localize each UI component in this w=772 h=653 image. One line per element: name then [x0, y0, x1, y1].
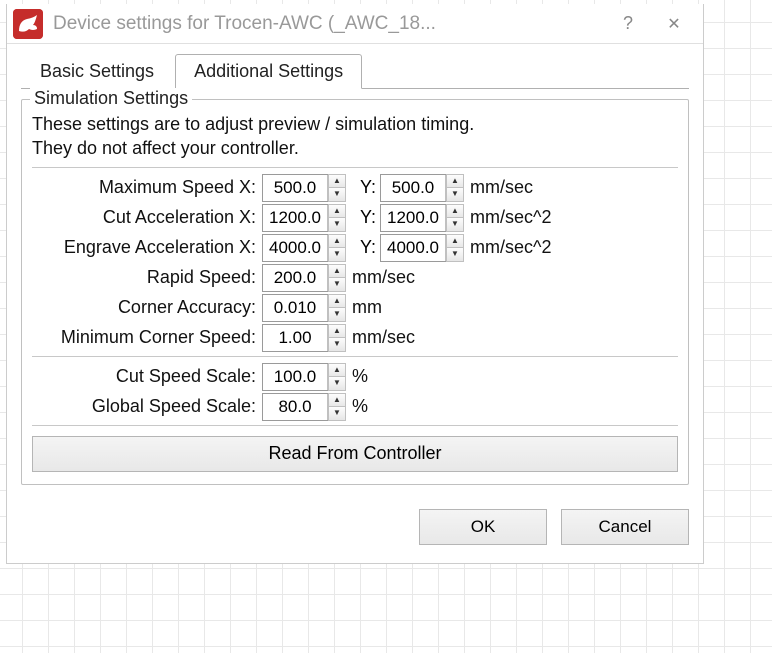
row-min-corner-speed: Minimum Corner Speed: ▲▼ mm/sec [32, 324, 678, 352]
unit-mm-sec: mm/sec [352, 327, 415, 348]
group-title: Simulation Settings [30, 88, 192, 109]
dialog-content: Basic Settings Additional Settings Simul… [7, 44, 703, 485]
desc-line-1: These settings are to adjust preview / s… [32, 114, 474, 134]
label-cut-speed-scale: Cut Speed Scale: [32, 366, 262, 387]
spinner-down-icon[interactable]: ▼ [328, 376, 346, 391]
unit-percent: % [352, 366, 368, 387]
max-speed-y-spinner[interactable]: ▲ ▼ [380, 174, 464, 202]
unit-mm-sec: mm/sec [352, 267, 415, 288]
row-cut-accel: Cut Acceleration X: ▲▼ Y: ▲▼ mm/sec^2 [32, 204, 678, 232]
spinner-down-icon[interactable]: ▼ [328, 247, 346, 262]
max-speed-x-input[interactable] [263, 175, 327, 201]
spinner-down-icon[interactable]: ▼ [328, 217, 346, 232]
row-corner-accuracy: Corner Accuracy: ▲▼ mm [32, 294, 678, 322]
unit-percent: % [352, 396, 368, 417]
unit-mm: mm [352, 297, 382, 318]
engrave-accel-x-input[interactable] [263, 235, 327, 261]
group-description: These settings are to adjust preview / s… [32, 112, 678, 161]
cancel-button[interactable]: Cancel [561, 509, 689, 545]
rapid-speed-input[interactable] [263, 265, 327, 291]
row-rapid-speed: Rapid Speed: ▲▼ mm/sec [32, 264, 678, 292]
dialog-footer: OK Cancel [7, 485, 703, 563]
global-speed-scale-spinner[interactable]: ▲▼ [262, 393, 346, 421]
cut-accel-x-spinner[interactable]: ▲▼ [262, 204, 346, 232]
min-corner-speed-spinner[interactable]: ▲▼ [262, 324, 346, 352]
label-y: Y: [358, 207, 380, 228]
spinner-down-icon[interactable]: ▼ [446, 187, 464, 202]
close-button[interactable]: ✕ [651, 4, 697, 44]
spinner-down-icon[interactable]: ▼ [328, 337, 346, 352]
cut-accel-y-spinner[interactable]: ▲▼ [380, 204, 464, 232]
label-cut-accel-x: Cut Acceleration X: [32, 207, 262, 228]
dialog-window: Device settings for Trocen-AWC (_AWC_18.… [6, 4, 704, 564]
divider [32, 356, 678, 357]
spinner-down-icon[interactable]: ▼ [446, 247, 464, 262]
spinner-down-icon[interactable]: ▼ [328, 277, 346, 292]
row-engrave-accel: Engrave Acceleration X: ▲▼ Y: ▲▼ mm/sec^… [32, 234, 678, 262]
label-max-speed-x: Maximum Speed X: [32, 177, 262, 198]
label-y: Y: [358, 177, 380, 198]
title-bar: Device settings for Trocen-AWC (_AWC_18.… [7, 4, 703, 44]
spinner-down-icon[interactable]: ▼ [328, 187, 346, 202]
spinner-down-icon[interactable]: ▼ [446, 217, 464, 232]
cut-speed-scale-input[interactable] [263, 364, 327, 390]
corner-accuracy-input[interactable] [263, 295, 327, 321]
desc-line-2: They do not affect your controller. [32, 138, 299, 158]
app-icon [13, 9, 43, 39]
divider [32, 425, 678, 426]
label-corner-accuracy: Corner Accuracy: [32, 297, 262, 318]
engrave-accel-y-spinner[interactable]: ▲▼ [380, 234, 464, 262]
engrave-accel-x-spinner[interactable]: ▲▼ [262, 234, 346, 262]
row-max-speed: Maximum Speed X: ▲ ▼ Y: ▲ ▼ mm/sec [32, 174, 678, 202]
label-min-corner-speed: Minimum Corner Speed: [32, 327, 262, 348]
unit-mm-sec2: mm/sec^2 [470, 237, 551, 258]
unit-mm-sec: mm/sec [470, 177, 533, 198]
tab-basic-settings[interactable]: Basic Settings [21, 54, 173, 88]
simulation-settings-group: Simulation Settings These settings are t… [21, 99, 689, 485]
label-global-speed-scale: Global Speed Scale: [32, 396, 262, 417]
cut-speed-scale-spinner[interactable]: ▲▼ [262, 363, 346, 391]
spinner-down-icon[interactable]: ▼ [328, 406, 346, 421]
read-from-controller-button[interactable]: Read From Controller [32, 436, 678, 472]
tab-additional-settings[interactable]: Additional Settings [175, 54, 362, 89]
max-speed-y-input[interactable] [381, 175, 445, 201]
unit-mm-sec2: mm/sec^2 [470, 207, 551, 228]
global-speed-scale-input[interactable] [263, 394, 327, 420]
spinner-down-icon[interactable]: ▼ [328, 307, 346, 322]
divider [32, 167, 678, 168]
rapid-speed-spinner[interactable]: ▲▼ [262, 264, 346, 292]
row-global-speed-scale: Global Speed Scale: ▲▼ % [32, 393, 678, 421]
corner-accuracy-spinner[interactable]: ▲▼ [262, 294, 346, 322]
row-cut-speed-scale: Cut Speed Scale: ▲▼ % [32, 363, 678, 391]
label-rapid-speed: Rapid Speed: [32, 267, 262, 288]
cut-accel-y-input[interactable] [381, 205, 445, 231]
tab-strip: Basic Settings Additional Settings [21, 54, 689, 89]
max-speed-x-spinner[interactable]: ▲ ▼ [262, 174, 346, 202]
help-button[interactable]: ? [605, 4, 651, 44]
window-title: Device settings for Trocen-AWC (_AWC_18.… [53, 13, 605, 35]
ok-button[interactable]: OK [419, 509, 547, 545]
cut-accel-x-input[interactable] [263, 205, 327, 231]
label-y: Y: [358, 237, 380, 258]
min-corner-speed-input[interactable] [263, 325, 327, 351]
engrave-accel-y-input[interactable] [381, 235, 445, 261]
label-engrave-accel-x: Engrave Acceleration X: [32, 237, 262, 258]
